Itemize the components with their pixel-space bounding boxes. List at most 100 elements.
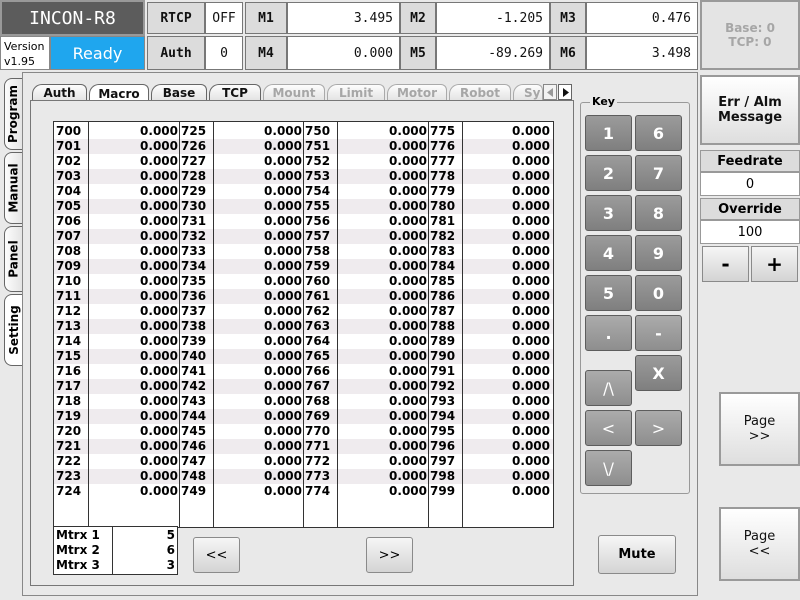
- macro-value[interactable]: 0.000: [339, 184, 427, 199]
- key-up[interactable]: /\: [585, 370, 632, 406]
- key-minus[interactable]: -: [635, 315, 682, 351]
- macro-value[interactable]: 0.000: [90, 124, 178, 139]
- side-tab-setting[interactable]: Setting: [4, 294, 22, 366]
- macro-value[interactable]: 0.000: [215, 214, 302, 229]
- macro-value[interactable]: 0.000: [339, 169, 427, 184]
- mute-button[interactable]: Mute: [598, 535, 676, 574]
- macro-value[interactable]: 0.000: [90, 409, 178, 424]
- key-1[interactable]: 1: [585, 115, 632, 151]
- macro-value[interactable]: 0.000: [464, 349, 550, 364]
- macro-value[interactable]: 0.000: [339, 424, 427, 439]
- key-dot[interactable]: .: [585, 315, 632, 351]
- macro-value[interactable]: 0.000: [90, 319, 178, 334]
- macro-value[interactable]: 0.000: [464, 379, 550, 394]
- macro-value[interactable]: 0.000: [90, 349, 178, 364]
- page-next-button[interactable]: Page >>: [719, 392, 800, 466]
- macro-value[interactable]: 0.000: [464, 409, 550, 424]
- side-tab-program[interactable]: Program: [4, 78, 22, 150]
- tab-tcp[interactable]: TCP: [209, 84, 261, 101]
- macro-prev-button[interactable]: <<: [193, 537, 240, 573]
- macro-value[interactable]: 0.000: [464, 139, 550, 154]
- macro-value[interactable]: 0.000: [215, 199, 302, 214]
- side-tab-manual[interactable]: Manual: [4, 152, 22, 224]
- key-left[interactable]: <: [585, 410, 632, 446]
- macro-value[interactable]: 0.000: [464, 199, 550, 214]
- macro-value[interactable]: 0.000: [90, 304, 178, 319]
- base-tcp-panel[interactable]: Base: 0 TCP: 0: [700, 0, 800, 70]
- macro-value[interactable]: 0.000: [339, 199, 427, 214]
- macro-value[interactable]: 0.000: [215, 454, 302, 469]
- key-x[interactable]: X: [635, 355, 682, 391]
- key-4[interactable]: 4: [585, 235, 632, 271]
- macro-value[interactable]: 0.000: [339, 304, 427, 319]
- macro-value[interactable]: 0.000: [464, 124, 550, 139]
- macro-value[interactable]: 0.000: [215, 469, 302, 484]
- macro-value[interactable]: 0.000: [215, 439, 302, 454]
- tab-limit[interactable]: Limit: [327, 84, 385, 101]
- key-6[interactable]: 6: [635, 115, 682, 151]
- macro-value[interactable]: 0.000: [339, 274, 427, 289]
- macro-value[interactable]: 0.000: [215, 349, 302, 364]
- macro-value[interactable]: 0.000: [215, 484, 302, 499]
- macro-value[interactable]: 0.000: [339, 379, 427, 394]
- macro-value[interactable]: 0.000: [90, 454, 178, 469]
- macro-value[interactable]: 0.000: [215, 139, 302, 154]
- override-plus-button[interactable]: +: [751, 246, 798, 282]
- macro-value[interactable]: 0.000: [215, 334, 302, 349]
- tab-scroll-right-button[interactable]: [558, 84, 572, 100]
- macro-value[interactable]: 0.000: [339, 364, 427, 379]
- macro-value[interactable]: 0.000: [339, 259, 427, 274]
- tab-mount[interactable]: Mount: [263, 84, 325, 101]
- macro-value[interactable]: 0.000: [90, 439, 178, 454]
- macro-value[interactable]: 0.000: [90, 229, 178, 244]
- macro-value[interactable]: 0.000: [339, 439, 427, 454]
- macro-value[interactable]: 0.000: [90, 334, 178, 349]
- macro-value[interactable]: 0.000: [339, 229, 427, 244]
- macro-value[interactable]: 0.000: [464, 229, 550, 244]
- macro-value[interactable]: 0.000: [90, 214, 178, 229]
- macro-next-button[interactable]: >>: [366, 537, 413, 573]
- macro-value[interactable]: 0.000: [90, 154, 178, 169]
- macro-value[interactable]: 0.000: [215, 184, 302, 199]
- key-down[interactable]: \/: [585, 450, 632, 486]
- key-right[interactable]: >: [635, 410, 682, 446]
- macro-value[interactable]: 0.000: [90, 469, 178, 484]
- macro-value[interactable]: 0.000: [215, 274, 302, 289]
- macro-value[interactable]: 0.000: [90, 139, 178, 154]
- macro-value[interactable]: 0.000: [339, 334, 427, 349]
- macro-value[interactable]: 0.000: [215, 244, 302, 259]
- macro-value[interactable]: 0.000: [339, 154, 427, 169]
- macro-value[interactable]: 0.000: [464, 439, 550, 454]
- key-2[interactable]: 2: [585, 155, 632, 191]
- macro-value[interactable]: 0.000: [215, 169, 302, 184]
- macro-value[interactable]: 0.000: [215, 319, 302, 334]
- macro-value[interactable]: 0.000: [215, 229, 302, 244]
- key-7[interactable]: 7: [635, 155, 682, 191]
- macro-value[interactable]: 0.000: [464, 154, 550, 169]
- key-3[interactable]: 3: [585, 195, 632, 231]
- macro-value[interactable]: 0.000: [339, 139, 427, 154]
- macro-value[interactable]: 0.000: [215, 124, 302, 139]
- macro-value[interactable]: 0.000: [90, 199, 178, 214]
- tab-motor[interactable]: Motor: [387, 84, 447, 101]
- macro-value[interactable]: 0.000: [339, 484, 427, 499]
- macro-value[interactable]: 0.000: [464, 304, 550, 319]
- key-9[interactable]: 9: [635, 235, 682, 271]
- macro-value[interactable]: 0.000: [215, 379, 302, 394]
- macro-value[interactable]: 0.000: [464, 364, 550, 379]
- macro-value[interactable]: 0.000: [339, 394, 427, 409]
- macro-value[interactable]: 0.000: [464, 394, 550, 409]
- macro-value[interactable]: 0.000: [464, 289, 550, 304]
- macro-value[interactable]: 0.000: [90, 379, 178, 394]
- macro-value[interactable]: 0.000: [90, 169, 178, 184]
- macro-value[interactable]: 0.000: [464, 319, 550, 334]
- macro-value[interactable]: 0.000: [339, 124, 427, 139]
- macro-value[interactable]: 0.000: [339, 349, 427, 364]
- macro-value[interactable]: 0.000: [464, 274, 550, 289]
- tab-base[interactable]: Base: [151, 84, 207, 101]
- macro-value[interactable]: 0.000: [90, 244, 178, 259]
- macro-value[interactable]: 0.000: [215, 364, 302, 379]
- macro-value[interactable]: 0.000: [464, 184, 550, 199]
- err-alarm-button[interactable]: Err / Alm Message: [700, 75, 800, 145]
- macro-value[interactable]: 0.000: [464, 259, 550, 274]
